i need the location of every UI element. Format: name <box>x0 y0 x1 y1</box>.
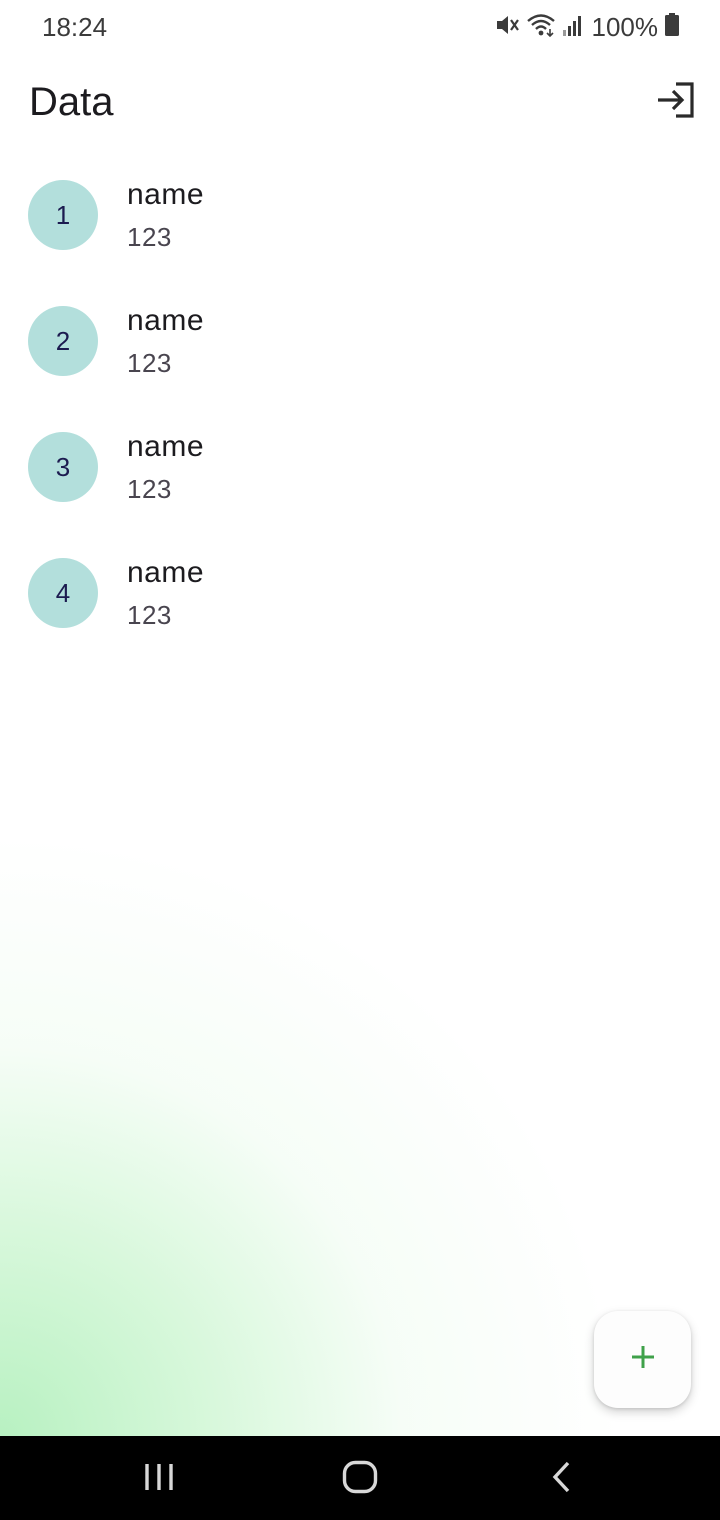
battery-percent: 100% <box>591 12 659 42</box>
app-screen: 18:24 100% Data 1 name 123 2 name 123 3 … <box>0 0 720 1436</box>
recents-button[interactable] <box>129 1458 189 1500</box>
list-item-subtitle: 123 <box>127 222 172 252</box>
back-icon <box>550 1460 574 1499</box>
status-bar: 18:24 100% <box>0 0 720 56</box>
data-list: 1 name 123 2 name 123 3 name 123 4 name … <box>0 152 720 656</box>
list-item-title: name <box>127 556 205 589</box>
list-item[interactable]: 1 name 123 <box>0 152 720 278</box>
list-item[interactable]: 2 name 123 <box>0 278 720 404</box>
signal-icon <box>562 12 584 43</box>
home-button[interactable] <box>330 1458 390 1500</box>
avatar: 3 <box>28 432 98 502</box>
battery-icon <box>664 12 680 43</box>
list-item-subtitle: 123 <box>127 348 172 378</box>
back-button[interactable] <box>532 1458 592 1500</box>
plus-icon <box>629 1343 657 1376</box>
page-title: Data <box>29 80 114 124</box>
status-time: 18:24 <box>42 12 108 42</box>
recents-icon <box>143 1461 175 1498</box>
wifi-icon <box>526 12 556 43</box>
list-item-title: name <box>127 304 205 337</box>
login-button[interactable] <box>654 80 698 124</box>
list-item-title: name <box>127 430 205 463</box>
mute-icon <box>494 12 520 43</box>
add-button[interactable] <box>594 1311 691 1408</box>
login-icon <box>656 81 696 123</box>
list-item-subtitle: 123 <box>127 474 172 504</box>
avatar: 4 <box>28 558 98 628</box>
list-item-subtitle: 123 <box>127 600 172 630</box>
app-bar: Data <box>0 70 720 136</box>
list-item[interactable]: 3 name 123 <box>0 404 720 530</box>
list-item[interactable]: 4 name 123 <box>0 530 720 656</box>
avatar: 2 <box>28 306 98 376</box>
home-icon <box>342 1460 378 1499</box>
system-nav-bar <box>0 1436 720 1520</box>
list-item-title: name <box>127 178 205 211</box>
avatar: 1 <box>28 180 98 250</box>
status-icons: 100% <box>494 12 681 43</box>
